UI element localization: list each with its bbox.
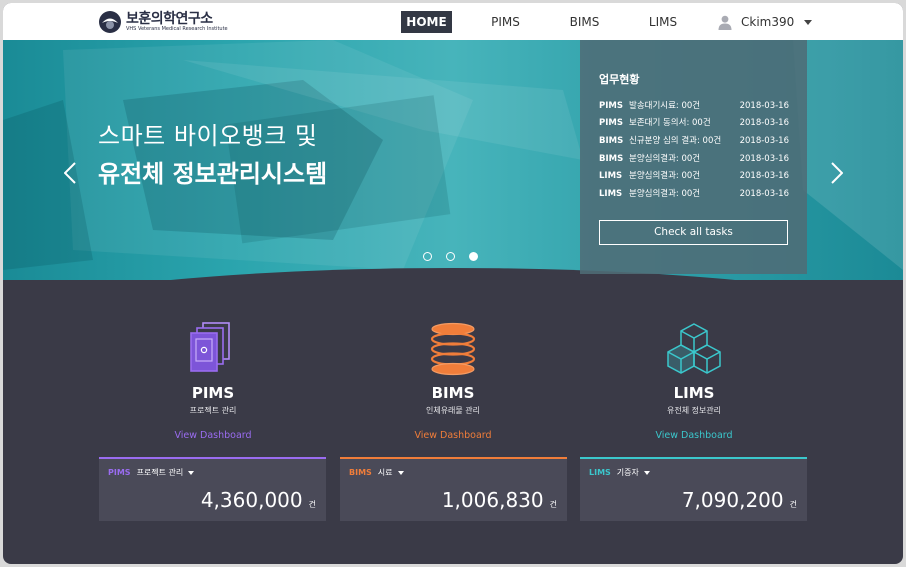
stat-category-select[interactable]: PIMS 프로젝트 관리 (108, 467, 195, 478)
sample-stack-icon (430, 322, 476, 376)
task-item[interactable]: PIMS 보존대기 동의서: 00건 2018-03-16 (599, 117, 789, 129)
task-panel-title: 업무현황 (599, 73, 640, 86)
institute-logo[interactable]: 보훈의학연구소 VHS Veterans Medical Research In… (98, 10, 228, 34)
carousel-indicators (423, 252, 478, 261)
logo-emblem-icon (99, 11, 121, 33)
check-all-tasks-button[interactable]: Check all tasks (599, 220, 788, 245)
module-description: 프로젝트 관리 (189, 406, 237, 415)
stat-category-select[interactable]: LIMS 기증자 (589, 467, 650, 478)
user-name: Ckim390 (741, 15, 795, 29)
documents-stack-icon (190, 322, 230, 372)
view-dashboard-pims-link[interactable]: View Dashboard (113, 430, 313, 441)
module-bims: BIMS 인체유래물 관리 View Dashboard (353, 321, 553, 441)
caret-down-icon (397, 470, 404, 475)
task-item[interactable]: BIMS 신규분양 심의 결과: 00건 2018-03-16 (599, 135, 789, 147)
chevron-left-icon[interactable] (64, 162, 76, 184)
stat-category-select[interactable]: BIMS 시료 (349, 467, 404, 478)
carousel-dot-3[interactable] (469, 252, 478, 261)
user-icon (718, 15, 732, 30)
module-pims: PIMS 프로젝트 관리 View Dashboard (113, 321, 313, 441)
logo-subtitle: VHS Veterans Medical Research Institute (126, 26, 228, 32)
user-menu[interactable]: Ckim390 (718, 11, 813, 33)
chevron-right-icon[interactable] (831, 162, 843, 184)
hero-title-line1: 스마트 바이오뱅크 및 (98, 122, 318, 150)
task-status-panel: 업무현황 PIMS 발송대기시료: 00건 2018-03-16 PIMS 보존… (580, 40, 807, 274)
nav-lims[interactable]: LIMS (641, 11, 685, 33)
nav-pims[interactable]: PIMS (483, 11, 528, 33)
task-item[interactable]: BIMS 분양심의결과: 00건 2018-03-16 (599, 153, 789, 165)
stat-card-bims: BIMS 시료 1,006,830 건 (340, 457, 567, 521)
module-description: 유전체 정보관리 (666, 406, 722, 415)
stat-value: 7,090,200 건 (681, 488, 797, 512)
task-item[interactable]: PIMS 발송대기시료: 00건 2018-03-16 (599, 100, 789, 112)
stat-value: 4,360,000 건 (200, 488, 316, 512)
hero-title-line2: 유전체 정보관리시스템 (98, 160, 328, 188)
stat-value: 1,006,830 건 (441, 488, 557, 512)
carousel-dot-1[interactable] (423, 252, 432, 261)
nav-home[interactable]: HOME (401, 11, 452, 33)
caret-down-icon[interactable] (804, 19, 813, 25)
cubes-icon (667, 323, 721, 374)
logo-name: 보훈의학연구소 (126, 11, 213, 27)
module-name: BIMS (431, 384, 475, 402)
module-lims: LIMS 유전체 정보관리 View Dashboard (594, 321, 794, 441)
nav-bims[interactable]: BIMS (563, 11, 606, 33)
stat-card-pims: PIMS 프로젝트 관리 4,360,000 건 (99, 457, 326, 521)
task-item[interactable]: LIMS 분양심의결과: 00건 2018-03-16 (599, 188, 789, 200)
top-navigation-bar: 보훈의학연구소 VHS Veterans Medical Research In… (3, 3, 903, 40)
module-name: LIMS (673, 384, 715, 402)
stat-card-lims: LIMS 기증자 7,090,200 건 (580, 457, 807, 521)
caret-down-icon (188, 470, 195, 475)
module-name: PIMS (191, 384, 235, 402)
task-item[interactable]: LIMS 분양심의결과: 00건 2018-03-16 (599, 170, 789, 182)
view-dashboard-lims-link[interactable]: View Dashboard (594, 430, 794, 441)
caret-down-icon (643, 470, 650, 475)
view-dashboard-bims-link[interactable]: View Dashboard (353, 430, 553, 441)
module-description: 인체유래물 관리 (425, 406, 481, 415)
carousel-dot-2[interactable] (446, 252, 455, 261)
app-window: 보훈의학연구소 VHS Veterans Medical Research In… (3, 3, 903, 564)
